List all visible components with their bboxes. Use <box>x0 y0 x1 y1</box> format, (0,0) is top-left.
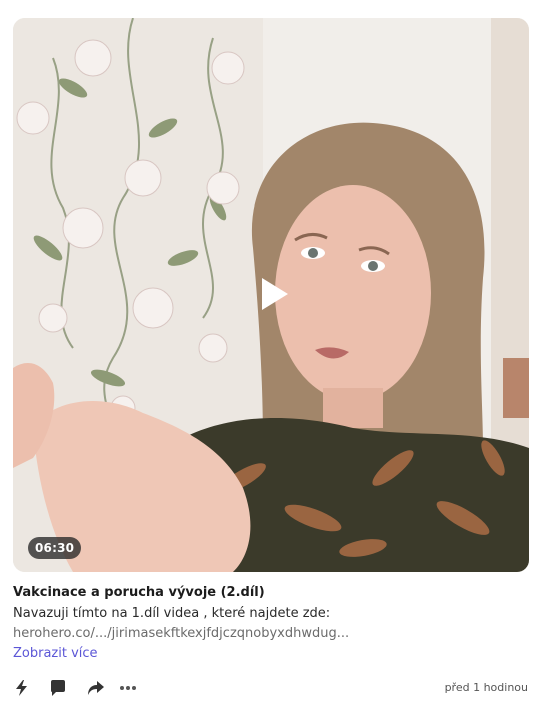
post-description: Navazuji tímto na 1.díl videa , které na… <box>13 606 331 621</box>
lightning-button[interactable] <box>10 676 34 700</box>
comment-button[interactable] <box>46 676 70 700</box>
play-button[interactable] <box>256 274 296 314</box>
post-title: Vakcinace a porucha vývoje (2.díl) <box>13 585 265 600</box>
post-link[interactable]: herohero.co/.../jirimasekftkexjfdjczqnob… <box>13 626 349 641</box>
video-player[interactable]: 06:30 <box>13 18 529 572</box>
comment-icon <box>51 680 65 696</box>
play-icon <box>262 278 288 310</box>
show-more-link[interactable]: Zobrazit více <box>13 646 98 661</box>
more-dots-icon <box>120 686 136 690</box>
share-button[interactable] <box>84 676 108 700</box>
more-options-button[interactable] <box>116 676 140 700</box>
share-icon <box>88 681 104 695</box>
post-timestamp: před 1 hodinou <box>444 681 528 694</box>
video-duration-badge: 06:30 <box>28 537 82 559</box>
lightning-icon <box>16 680 27 696</box>
